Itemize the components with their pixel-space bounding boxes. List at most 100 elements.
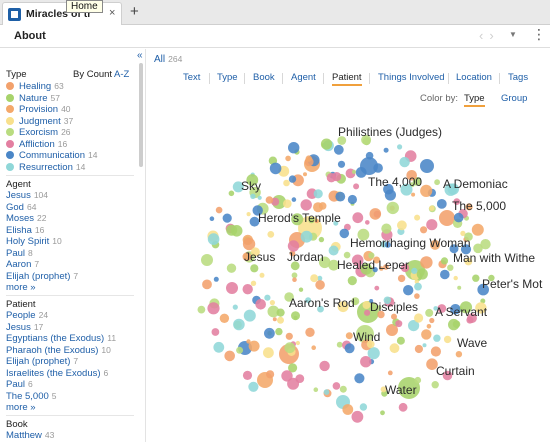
history-dropdown-icon[interactable]: ▼	[509, 30, 517, 39]
bubble[interactable]	[443, 335, 452, 344]
bubble[interactable]	[426, 219, 438, 231]
type-item-affliction[interactable]: Affliction 16	[6, 139, 67, 150]
type-item-exorcism[interactable]: Exorcism 26	[6, 127, 71, 138]
bubble[interactable]	[272, 317, 277, 322]
bubble-label[interactable]: Jordan	[287, 250, 324, 264]
bubble[interactable]	[332, 382, 341, 390]
bubble[interactable]	[380, 410, 385, 416]
bubble-label[interactable]: Water	[385, 383, 417, 397]
more-options-icon[interactable]: ⋮	[532, 27, 546, 41]
bubble[interactable]	[265, 196, 274, 204]
bubble[interactable]	[242, 284, 253, 295]
bubble[interactable]	[453, 212, 464, 223]
bubble[interactable]	[429, 205, 435, 211]
bubble[interactable]	[300, 199, 312, 211]
bubble[interactable]	[351, 169, 357, 174]
bubble[interactable]	[434, 179, 440, 186]
bubble[interactable]	[224, 350, 235, 362]
bubble[interactable]	[354, 373, 365, 384]
sidebar-scrollbar[interactable]	[139, 63, 143, 167]
bubble[interactable]	[226, 224, 238, 236]
bubble[interactable]	[291, 272, 298, 279]
bubble[interactable]	[457, 285, 462, 290]
agent-item[interactable]: Aaron 7	[6, 259, 39, 270]
bubble[interactable]	[295, 340, 300, 346]
bubble[interactable]	[471, 223, 484, 236]
bubble[interactable]	[313, 189, 323, 199]
bubble[interactable]	[264, 327, 275, 339]
patient-item[interactable]: Paul 6	[6, 379, 33, 390]
tab-location[interactable]: Location	[456, 72, 492, 83]
bubble[interactable]	[426, 324, 432, 329]
bubble[interactable]	[360, 356, 372, 368]
bubble[interactable]	[277, 316, 284, 324]
bubble[interactable]	[447, 264, 454, 271]
bubble-label[interactable]: A Servant	[435, 305, 488, 319]
bubble[interactable]	[421, 329, 432, 340]
color-by-group[interactable]: Group	[501, 93, 527, 104]
bubble-label[interactable]: Peter's Mot	[482, 277, 543, 291]
patient-item[interactable]: The 5,000 5	[6, 391, 57, 402]
bubble[interactable]	[318, 236, 325, 243]
bubble-label[interactable]: The 4,000	[368, 175, 422, 189]
bubble[interactable]	[305, 155, 312, 162]
patient-item[interactable]: People 24	[6, 310, 48, 321]
bubble[interactable]	[202, 279, 212, 290]
bubble[interactable]	[215, 206, 223, 214]
bubble[interactable]	[207, 233, 220, 245]
bubble[interactable]	[232, 304, 238, 310]
bubble[interactable]	[431, 381, 439, 389]
bubble[interactable]	[337, 160, 346, 168]
bubble[interactable]	[315, 280, 325, 290]
bubble[interactable]	[303, 172, 307, 177]
bubble[interactable]	[236, 346, 244, 354]
bubble[interactable]	[291, 197, 297, 202]
bubble[interactable]	[391, 313, 397, 320]
agent-item[interactable]: Elijah (prophet) 7	[6, 271, 78, 282]
bubble[interactable]	[242, 370, 253, 380]
patient-item[interactable]: Pharaoh (the Exodus) 10	[6, 345, 111, 356]
bubble[interactable]	[207, 302, 220, 315]
bubble[interactable]	[298, 287, 304, 292]
type-item-communication[interactable]: Communication 14	[6, 150, 97, 161]
book-item[interactable]: Matthew 43	[6, 430, 54, 441]
bubble[interactable]	[284, 342, 296, 354]
bubble[interactable]	[318, 202, 327, 210]
bubble[interactable]	[201, 254, 213, 266]
bubble[interactable]	[339, 385, 347, 393]
bubble[interactable]	[246, 212, 251, 217]
patient-item[interactable]: Jesus 17	[6, 322, 43, 333]
bubble[interactable]	[414, 214, 421, 221]
bubble[interactable]	[335, 191, 346, 202]
bubble[interactable]	[347, 194, 357, 205]
bubble[interactable]	[250, 193, 256, 199]
bubble[interactable]	[365, 151, 374, 160]
bubble[interactable]	[398, 402, 408, 412]
agent-item[interactable]: God 64	[6, 202, 36, 213]
bubble[interactable]	[211, 328, 220, 336]
bubble[interactable]	[386, 201, 399, 215]
bubble[interactable]	[250, 264, 259, 273]
agent-item[interactable]: Holy Spirit 10	[6, 236, 62, 247]
bubble[interactable]	[433, 334, 441, 342]
bubble-label[interactable]: Curtain	[436, 364, 475, 378]
patient-item[interactable]: Israelites (the Exodus) 6	[6, 368, 108, 379]
bubble[interactable]	[226, 263, 237, 273]
bubble[interactable]	[248, 381, 259, 392]
tab-agent[interactable]: Agent	[291, 72, 316, 83]
bubble[interactable]	[397, 274, 406, 283]
bubble-label[interactable]: Wind	[353, 330, 380, 344]
bubble[interactable]	[311, 345, 316, 350]
bubble[interactable]	[266, 370, 275, 379]
bubble-label[interactable]: Hemorrhaging Woman	[350, 236, 471, 250]
patient-item[interactable]: Elijah (prophet) 7	[6, 356, 78, 367]
bubble[interactable]	[255, 299, 266, 310]
close-icon[interactable]: ×	[109, 7, 115, 19]
bubble[interactable]	[420, 226, 428, 234]
bubble[interactable]	[411, 192, 416, 197]
bubble[interactable]	[414, 293, 420, 299]
bubble[interactable]	[197, 305, 206, 314]
bubble[interactable]	[369, 208, 382, 220]
bubble[interactable]	[233, 318, 245, 331]
bubble[interactable]	[283, 199, 292, 208]
